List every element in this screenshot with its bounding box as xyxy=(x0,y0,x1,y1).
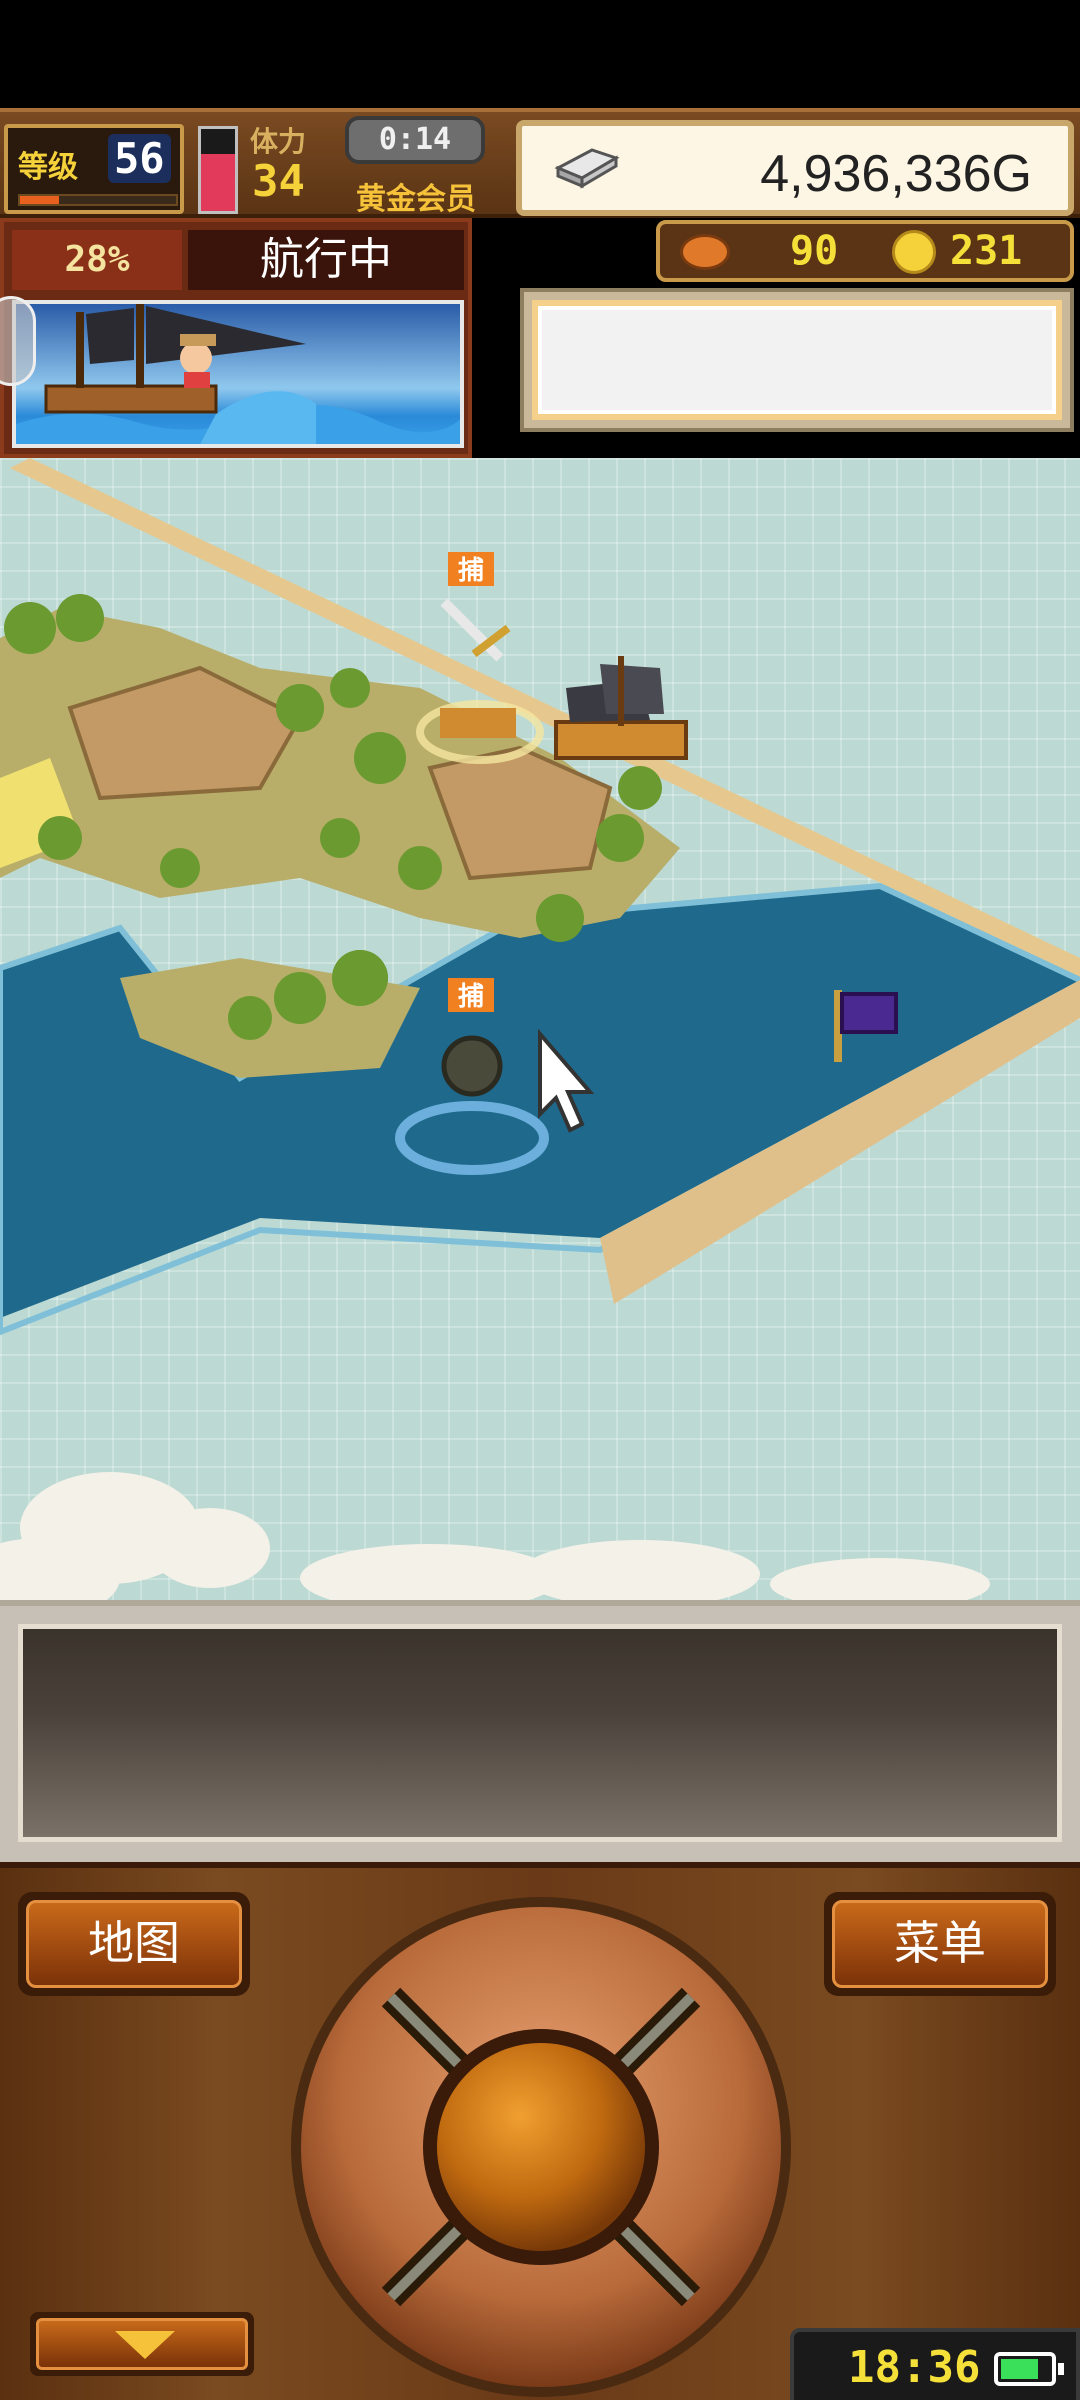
chevron-down-icon xyxy=(115,2331,175,2359)
menu-button-label: 菜单 xyxy=(832,1900,1048,1988)
medal-coin-icon xyxy=(892,230,936,274)
voyage-panel[interactable]: 28% 航行中 xyxy=(0,218,472,458)
message-panel xyxy=(520,288,1074,432)
player-ship-icon[interactable] xyxy=(554,656,688,760)
sea-mine-icon[interactable] xyxy=(441,1035,503,1097)
sword-icon[interactable] xyxy=(440,598,511,662)
message-panel-inner xyxy=(532,300,1062,420)
food-value: 90 xyxy=(790,228,839,274)
dialog-panel-inner xyxy=(18,1624,1062,1842)
stamina-gauge-fill xyxy=(201,153,235,211)
stamina-timer: 0:14 xyxy=(345,116,485,164)
dialog-panel xyxy=(0,1600,1080,1862)
battery-icon xyxy=(994,2352,1064,2386)
treasure-boat-icon[interactable] xyxy=(440,708,516,738)
map-button-label: 地图 xyxy=(26,1900,242,1988)
voyage-progress-percent: 28% xyxy=(12,230,182,290)
control-panel: 地图 菜单 18:36 xyxy=(0,1862,1080,2400)
stamina-gauge xyxy=(198,126,238,214)
collapse-down-button-face xyxy=(36,2318,248,2370)
meat-icon xyxy=(680,234,730,270)
level-label: 等级 xyxy=(18,150,78,185)
dpad-center-button[interactable] xyxy=(437,2043,645,2251)
level-value: 56 xyxy=(108,134,171,183)
exp-bar xyxy=(18,194,178,206)
sea-map[interactable]: 捕 捕 xyxy=(0,458,1080,1600)
level-panel: 等级 56 xyxy=(4,124,184,214)
voyage-status: 航行中 xyxy=(188,230,464,290)
collapse-down-button[interactable] xyxy=(30,2312,254,2376)
hud-bar: 等级 56 体力 34 0:14 黄金会员 4,936,336G xyxy=(0,108,1080,218)
top-black-band xyxy=(0,0,1080,108)
coin-value: 231 xyxy=(950,228,1023,274)
silver-ingot-icon xyxy=(554,148,620,189)
stamina-label: 体力 xyxy=(250,125,307,158)
battery-fill xyxy=(1001,2359,1039,2379)
capture-marker-1-label: 捕 xyxy=(458,556,484,586)
clock-time: 18:36 xyxy=(848,2342,981,2393)
resource-bar: 90 231 xyxy=(656,220,1074,282)
side-tab-handle[interactable] xyxy=(0,296,36,386)
money-value: 4,936,336G xyxy=(760,145,1032,203)
map-button[interactable]: 地图 xyxy=(18,1892,250,1996)
exp-bar-fill xyxy=(20,196,59,204)
clock-panel: 18:36 xyxy=(790,2328,1080,2400)
clouds xyxy=(0,1472,990,1600)
money-panel: 4,936,336G xyxy=(516,120,1074,216)
directional-pad[interactable] xyxy=(286,1892,796,2400)
voyage-scene-image xyxy=(12,300,464,448)
stamina-value: 34 xyxy=(252,156,305,207)
menu-button[interactable]: 菜单 xyxy=(824,1892,1056,1996)
capture-marker-2-label: 捕 xyxy=(458,982,484,1012)
gold-member-label: 黄金会员 xyxy=(356,182,476,217)
